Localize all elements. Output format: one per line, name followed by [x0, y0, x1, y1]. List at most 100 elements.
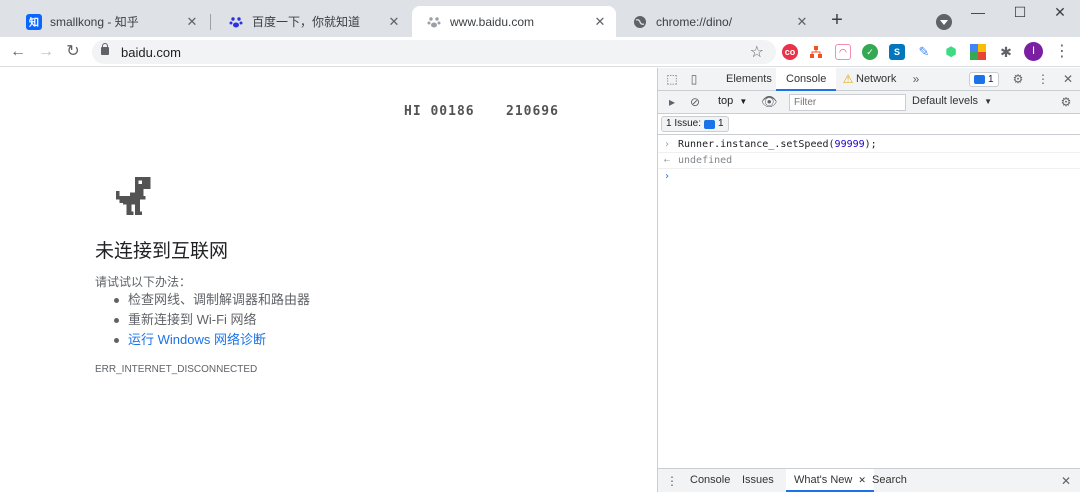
maximize-icon[interactable]: ☐: [1010, 4, 1030, 22]
close-window-icon[interactable]: ✕: [1050, 4, 1070, 22]
minimize-icon[interactable]: —: [968, 4, 988, 22]
chat-icon: [704, 119, 716, 129]
close-tab-icon[interactable]: ✕: [592, 14, 608, 30]
extension-multicolor-icon[interactable]: [970, 44, 986, 60]
command-number: 99999: [834, 139, 865, 150]
console-filter-input[interactable]: [789, 94, 906, 111]
tab-strip: 知 smallkong - 知乎 ✕ 百度一下，你就知道 ✕ www.baidu…: [0, 0, 1080, 37]
tab-console[interactable]: Console: [776, 68, 837, 91]
issues-label: 1 Issue:: [666, 118, 702, 129]
tab-title: chrome://dino/: [656, 14, 733, 29]
devtools-panel: ⬚ ▯ Elements Console ⚠ Network » 1 ⚙ ⋮ ✕…: [657, 68, 1080, 492]
tab-dino[interactable]: chrome://dino/ ✕: [618, 6, 818, 37]
extensions-puzzle-icon[interactable]: ✱: [998, 44, 1014, 60]
tab-search-icon[interactable]: [936, 14, 952, 30]
tab-zhihu[interactable]: 知 smallkong - 知乎 ✕: [12, 6, 208, 37]
close-drawer-icon[interactable]: ✕: [1058, 473, 1074, 489]
tab-elements[interactable]: Elements: [716, 68, 782, 91]
address-bar[interactable]: baidu.com ☆: [92, 40, 776, 64]
drawer-tab-whats-new[interactable]: What's New ✕: [786, 469, 874, 492]
forward-arrow-icon[interactable]: →: [36, 42, 56, 62]
bookmark-star-icon[interactable]: ☆: [750, 42, 764, 62]
inspect-element-icon[interactable]: ⬚: [664, 71, 680, 87]
android-icon[interactable]: ⬢: [943, 44, 959, 60]
issues-chip-count: 1: [718, 118, 724, 129]
drawer-tab-issues[interactable]: Issues: [734, 469, 782, 492]
device-toolbar-icon[interactable]: ▯: [686, 71, 702, 87]
close-tab-icon[interactable]: ✕: [184, 14, 200, 30]
console-result: undefined: [678, 155, 733, 166]
tab-divider: [210, 14, 211, 30]
page-content: HI 00186 210696 未连接到互联网 请试试以下办法： 检查网线、调制…: [0, 68, 657, 492]
chevron-right-icon: ›: [664, 139, 671, 150]
tab-network[interactable]: Network: [846, 68, 906, 91]
new-tab-button[interactable]: +: [828, 10, 846, 30]
eye-icon[interactable]: 👁: [761, 94, 778, 110]
drawer-menu-icon[interactable]: ⋮: [664, 473, 680, 489]
console-prompt[interactable]: ›: [658, 169, 1080, 185]
devtools-tabbar: ⬚ ▯ Elements Console ⚠ Network » 1 ⚙ ⋮ ✕: [658, 68, 1080, 91]
console-command[interactable]: Runner.instance_.setSpeed(99999);: [678, 137, 877, 153]
zhihu-icon: 知: [26, 13, 42, 30]
lock-icon[interactable]: [101, 43, 109, 55]
issues-count: 1: [988, 74, 994, 85]
url-text[interactable]: baidu.com: [121, 45, 181, 60]
issues-chip[interactable]: 1 Issue: 1: [661, 116, 729, 132]
baidu-paw-icon: [228, 14, 244, 30]
log-levels-select[interactable]: Default levels ▼: [912, 95, 992, 107]
close-devtools-icon[interactable]: ✕: [1060, 71, 1076, 87]
reload-icon[interactable]: ↻: [63, 42, 83, 62]
command-text: );: [864, 139, 877, 150]
chevron-down-icon: ▼: [739, 97, 748, 106]
settings-gear-icon[interactable]: ⚙: [1010, 71, 1026, 87]
tab-www-baidu[interactable]: www.baidu.com ✕: [412, 6, 616, 37]
avatar[interactable]: I: [1024, 42, 1043, 61]
extension-pen-icon[interactable]: ✎: [916, 44, 932, 60]
tab-title: smallkong - 知乎: [50, 15, 139, 29]
extension-tree-icon[interactable]: [808, 44, 824, 60]
close-tab-icon[interactable]: ✕: [386, 14, 402, 30]
dino-icon[interactable]: [116, 177, 154, 215]
console-result-line: ⇠ undefined: [658, 153, 1080, 169]
hi-score: HI 00186: [404, 104, 475, 119]
sidebar-toggle-icon[interactable]: ▸: [664, 94, 680, 110]
chat-icon: [974, 75, 985, 84]
command-text: Runner.instance_.setSpeed(: [678, 139, 835, 150]
extension-s-icon[interactable]: S: [889, 44, 905, 60]
extension-check-icon[interactable]: ✓: [862, 44, 878, 60]
drawer-tab-search[interactable]: Search: [864, 469, 915, 492]
baidu-paw-icon: [426, 14, 442, 30]
context-value: top: [718, 95, 734, 107]
console-filterbar: ▸ ⊘ top ▼ 👁 Default levels ▼ ⚙: [658, 91, 1080, 114]
list-item: 重新连接到 Wi-Fi 网络: [112, 310, 310, 330]
network-diagnostics-link[interactable]: 运行 Windows 网络诊断: [112, 330, 310, 350]
tab-baidu[interactable]: 百度一下，你就知道 ✕: [214, 6, 410, 37]
devtools-menu-icon[interactable]: ⋮: [1035, 71, 1051, 87]
chrome-menu-icon[interactable]: ⋮: [1054, 43, 1070, 61]
prompt-chevron-icon: ›: [664, 171, 671, 182]
log-levels-value: Default levels: [912, 95, 979, 107]
list-item: 检查网线、调制解调器和路由器: [112, 290, 310, 310]
error-code: ERR_INTERNET_DISCONNECTED: [95, 364, 258, 375]
clear-console-icon[interactable]: ⊘: [687, 94, 703, 110]
console-settings-icon[interactable]: ⚙: [1058, 94, 1074, 110]
drawer-tab-console[interactable]: Console: [682, 469, 738, 492]
current-score: 210696: [506, 104, 559, 119]
suggestion-list: 检查网线、调制解调器和路由器 重新连接到 Wi-Fi 网络 运行 Windows…: [112, 290, 310, 350]
extension-red-icon[interactable]: co: [782, 44, 798, 60]
tab-title: www.baidu.com: [450, 14, 535, 29]
return-arrow-icon: ⇠: [664, 155, 671, 166]
extension-pink-icon[interactable]: ◠: [835, 44, 851, 60]
chevron-down-icon: ▼: [984, 97, 993, 106]
browser-toolbar: ← → ↻ baidu.com ☆ co ◠ ✓ S ✎ ⬢ ✱ I ⋮: [0, 37, 1080, 67]
devtools-drawer: ⋮ Console Issues What's New ✕ Search ✕: [658, 468, 1080, 492]
issues-counter-button[interactable]: 1: [969, 72, 999, 87]
tab-title: 百度一下，你就知道: [252, 15, 361, 29]
close-tab-icon[interactable]: ✕: [794, 14, 810, 30]
back-arrow-icon[interactable]: ←: [8, 42, 28, 62]
issues-bar: 1 Issue: 1: [658, 114, 1080, 135]
suggestion-intro: 请试试以下办法：: [95, 275, 192, 289]
error-title: 未连接到互联网: [95, 241, 229, 262]
more-tabs-icon[interactable]: »: [908, 71, 924, 87]
context-select[interactable]: top ▼: [718, 95, 747, 107]
